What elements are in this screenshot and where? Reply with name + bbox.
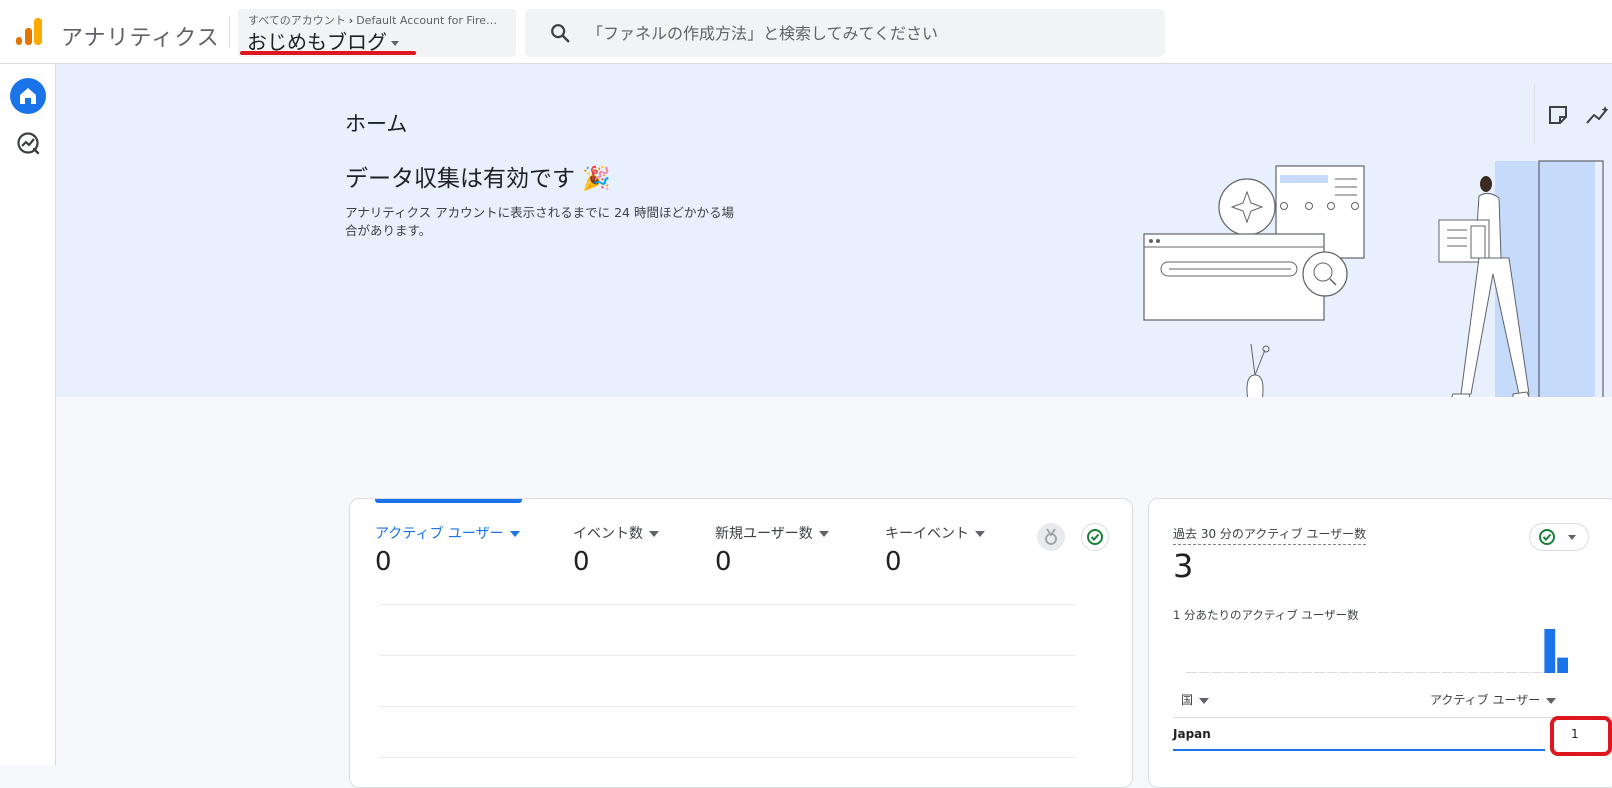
metric-label: アクティブ ユーザー xyxy=(375,523,520,543)
insights-icon[interactable] xyxy=(1585,104,1611,126)
realtime-title[interactable]: 過去 30 分のアクティブ ユーザー数 xyxy=(1173,525,1367,545)
realtime-value: 3 xyxy=(1173,547,1194,585)
realtime-card: 過去 30 分のアクティブ ユーザー数 3 1 分あたりのアクティブ ユーザー数… xyxy=(1148,498,1612,788)
chart-bar xyxy=(1186,672,1197,673)
hero-illustration xyxy=(1143,160,1604,397)
metric-active-users[interactable]: アクティブ ユーザー 0 xyxy=(375,523,520,577)
chart-gridline xyxy=(379,604,1076,605)
chevron-down-icon xyxy=(818,531,829,537)
chart-bar xyxy=(1403,672,1415,673)
column-header-active-users[interactable]: アクティブ ユーザー xyxy=(1430,691,1557,708)
chevron-down-icon xyxy=(975,531,985,537)
chart-bar xyxy=(1454,672,1466,673)
hero-description: アナリティクス アカウントに表示されるまでに 24 時間ほどかかる場合があります… xyxy=(345,205,734,238)
highlight-box xyxy=(1550,716,1612,756)
medal-icon xyxy=(1045,528,1057,545)
realtime-subtitle: 1 分あたりのアクティブ ユーザー数 xyxy=(1173,608,1359,622)
chart-bar xyxy=(1518,672,1530,673)
metric-value: 0 xyxy=(715,547,732,577)
metric-label: キーイベント xyxy=(885,523,985,543)
chevron-down-icon xyxy=(649,531,659,537)
chart-bar xyxy=(1339,672,1351,673)
chart-bar xyxy=(1314,672,1325,673)
per-minute-bar-chart xyxy=(1186,629,1568,673)
hero-headline: データ収集は有効です 🎉 xyxy=(345,166,611,192)
search-input[interactable] xyxy=(587,9,1147,57)
metric-event-count[interactable]: イベント数 0 xyxy=(573,523,659,577)
chart-bar xyxy=(1416,672,1428,673)
chart-gridline xyxy=(379,757,1076,758)
row-share-bar xyxy=(1173,749,1545,751)
hero-banner: ホーム データ収集は有効です 🎉 アナリティクス アカウントに表示されるまでに … xyxy=(56,64,1612,397)
top-bar: アナリティクス すべてのアカウント › Default Account for Fi… xyxy=(0,0,1612,64)
chart-bar xyxy=(1275,672,1287,673)
column-header-country[interactable]: 国 xyxy=(1181,691,1210,708)
chart-gridline xyxy=(379,655,1076,656)
check-circle-icon xyxy=(1539,529,1576,545)
reports-icon[interactable] xyxy=(15,130,41,156)
hero-toolbar xyxy=(1534,84,1612,144)
metric-new-users[interactable]: 新規ユーザー数 0 xyxy=(715,523,829,577)
chart-bar xyxy=(1250,672,1261,673)
chart-bar xyxy=(1429,672,1440,673)
nav-home[interactable] xyxy=(10,78,46,114)
chart-bar xyxy=(1326,672,1338,673)
chart-bar xyxy=(1224,672,1236,673)
chart-bar xyxy=(1352,672,1364,673)
chart-bar xyxy=(1211,672,1223,673)
chart-bar xyxy=(1531,672,1543,673)
chart-bar xyxy=(1198,672,1210,673)
left-nav xyxy=(0,64,56,765)
chart-bar xyxy=(1365,672,1376,673)
metric-label: イベント数 xyxy=(573,523,659,543)
analytics-logo-icon[interactable] xyxy=(16,17,42,47)
metric-label: 新規ユーザー数 xyxy=(715,523,829,543)
notes-icon[interactable] xyxy=(1547,104,1569,126)
dropdown-caret-icon xyxy=(391,41,399,46)
chart-bar xyxy=(1390,672,1402,673)
header-divider xyxy=(229,16,230,48)
account-property-picker[interactable]: すべてのアカウント › Default Account for Fire… おじめも… xyxy=(238,9,516,57)
app-title: アナリティクス xyxy=(61,26,220,51)
chart-bar xyxy=(1288,672,1300,673)
chart-bar xyxy=(1480,672,1492,673)
search-icon xyxy=(551,24,570,43)
chart-bar xyxy=(1544,629,1556,673)
chart-bar xyxy=(1301,672,1312,673)
chevron-down-icon xyxy=(1546,697,1557,704)
highlight-underline xyxy=(240,51,416,55)
page-title: ホーム xyxy=(345,112,408,136)
metrics-card: アクティブ ユーザー 0 イベント数 0 新規ユーザー数 0 キーイベント 0 xyxy=(349,498,1133,788)
chart-gridline xyxy=(379,706,1076,707)
metric-value: 0 xyxy=(885,547,902,577)
check-circle-icon xyxy=(1087,529,1103,545)
chart-bar xyxy=(1557,657,1568,673)
row-country: Japan xyxy=(1173,727,1211,741)
chart-bar xyxy=(1262,672,1274,673)
realtime-status-dropdown[interactable] xyxy=(1529,523,1589,551)
chart-bar xyxy=(1506,672,1517,673)
metric-value: 0 xyxy=(573,547,590,577)
metric-key-events[interactable]: キーイベント 0 xyxy=(885,523,985,577)
active-metric-indicator xyxy=(375,499,522,503)
medal-button[interactable] xyxy=(1037,523,1065,551)
search-box[interactable] xyxy=(525,9,1165,57)
metric-value: 0 xyxy=(375,547,392,577)
data-quality-button[interactable] xyxy=(1081,523,1109,551)
chart-bar xyxy=(1493,672,1504,673)
chart-bar xyxy=(1467,672,1479,673)
chart-bar xyxy=(1442,672,1453,673)
chevron-down-icon xyxy=(509,531,520,537)
table-row[interactable]: Japan 1 xyxy=(1173,718,1612,752)
chart-bar xyxy=(1378,672,1389,673)
chart-bar xyxy=(1237,672,1248,673)
chevron-down-icon xyxy=(1199,697,1210,704)
home-icon xyxy=(20,88,36,104)
